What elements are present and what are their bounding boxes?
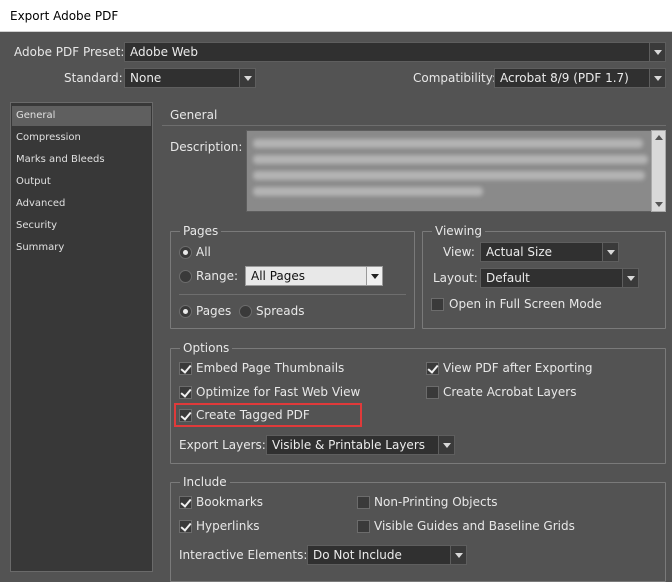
description-field[interactable] [246, 130, 666, 212]
sidebar-item-marks-and-bleeds[interactable]: Marks and Bleeds [12, 150, 151, 170]
sidebar-item-summary[interactable]: Summary [12, 238, 151, 258]
pages-divider [179, 294, 406, 295]
layout-label: Layout: [433, 271, 478, 285]
bookmarks-label: Bookmarks [196, 495, 264, 509]
optimize-web-label: Optimize for Fast Web View [196, 385, 361, 399]
standard-dropdown[interactable]: None [124, 68, 256, 88]
export-layers-dropdown[interactable]: Visible & Printable Layers [266, 435, 455, 455]
pages-spreads-label: Spreads [256, 304, 305, 318]
fullscreen-checkbox[interactable] [431, 298, 444, 311]
interactive-elements-dropdown[interactable]: Do Not Include [307, 545, 467, 565]
sidebar: General Compression Marks and Bleeds Out… [10, 102, 153, 572]
pages-all-label: All [196, 245, 211, 259]
sidebar-item-compression[interactable]: Compression [12, 128, 151, 148]
chevron-down-icon [438, 436, 454, 454]
bookmarks-checkbox[interactable] [179, 496, 192, 509]
compatibility-label: Compatibility: [413, 71, 497, 85]
view-after-export-checkbox[interactable] [426, 362, 439, 375]
chevron-down-icon [649, 69, 665, 87]
compatibility-dropdown[interactable]: Acrobat 8/9 (PDF 1.7) [494, 68, 666, 88]
export-layers-value: Visible & Printable Layers [272, 438, 425, 452]
section-divider [162, 125, 666, 126]
sidebar-item-advanced[interactable]: Advanced [12, 194, 151, 214]
non-printing-checkbox[interactable] [357, 496, 370, 509]
embed-thumbnails-checkbox[interactable] [179, 362, 192, 375]
view-after-export-label: View PDF after Exporting [443, 361, 593, 375]
pages-group-title: Pages [180, 224, 222, 238]
options-group-title: Options [180, 341, 233, 355]
view-value: Actual Size [486, 245, 553, 259]
preset-value: Adobe Web [130, 45, 198, 59]
preset-label: Adobe PDF Preset: [14, 45, 125, 59]
layout-value: Default [486, 271, 530, 285]
sidebar-item-general[interactable]: General [12, 106, 151, 126]
window-title: Export Adobe PDF [0, 0, 672, 32]
description-label: Description: [170, 140, 243, 154]
view-dropdown[interactable]: Actual Size [480, 242, 619, 262]
hyperlinks-checkbox[interactable] [179, 520, 192, 533]
acrobat-layers-checkbox[interactable] [426, 386, 439, 399]
chevron-down-icon [622, 269, 638, 287]
create-tagged-pdf-checkbox[interactable] [179, 409, 192, 422]
interactive-elements-value: Do Not Include [313, 548, 402, 562]
non-printing-label: Non-Printing Objects [374, 495, 498, 509]
chevron-down-icon [239, 69, 255, 87]
embed-thumbnails-label: Embed Page Thumbnails [196, 361, 345, 375]
chevron-down-icon [450, 546, 466, 564]
pages-pages-radio[interactable] [179, 305, 192, 318]
pages-spreads-radio[interactable] [239, 305, 252, 318]
pages-range-field[interactable]: All Pages [245, 266, 383, 286]
interactive-elements-label: Interactive Elements: [179, 548, 308, 562]
preset-dropdown[interactable]: Adobe Web [124, 42, 666, 62]
standard-label: Standard: [64, 71, 123, 85]
visible-guides-label: Visible Guides and Baseline Grids [374, 519, 575, 533]
chevron-down-icon [602, 243, 618, 261]
pages-range-radio[interactable] [179, 270, 192, 283]
compatibility-value: Acrobat 8/9 (PDF 1.7) [500, 71, 629, 85]
pages-pages-label: Pages [196, 304, 232, 318]
hyperlinks-label: Hyperlinks [196, 519, 260, 533]
visible-guides-checkbox[interactable] [357, 520, 370, 533]
viewing-group-title: Viewing [432, 224, 486, 238]
scroll-down-icon[interactable] [655, 202, 663, 207]
sidebar-item-output[interactable]: Output [12, 172, 151, 192]
chevron-down-icon [366, 267, 382, 285]
section-title: General [170, 108, 218, 122]
export-layers-label: Export Layers: [179, 438, 266, 452]
pages-range-value: All Pages [251, 269, 305, 283]
standard-value: None [130, 71, 162, 85]
optimize-web-checkbox[interactable] [179, 386, 192, 399]
layout-dropdown[interactable]: Default [480, 268, 639, 288]
create-tagged-pdf-label: Create Tagged PDF [196, 408, 310, 422]
sidebar-item-security[interactable]: Security [12, 216, 151, 236]
pages-all-radio[interactable] [179, 246, 192, 259]
fullscreen-label: Open in Full Screen Mode [449, 297, 602, 311]
description-scrollbar[interactable] [651, 130, 666, 212]
chevron-down-icon [649, 43, 665, 61]
view-label: View: [443, 245, 475, 259]
acrobat-layers-label: Create Acrobat Layers [443, 385, 577, 399]
pages-range-label: Range: [196, 269, 239, 283]
include-group-title: Include [180, 475, 230, 489]
scroll-up-icon[interactable] [655, 135, 663, 140]
